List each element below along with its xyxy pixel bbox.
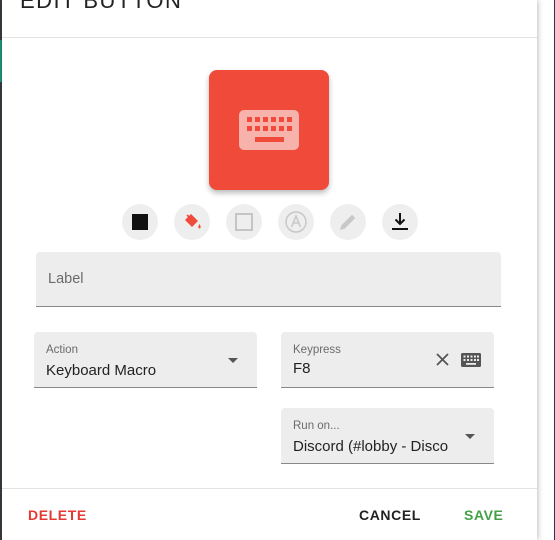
- cancel-button[interactable]: CANCEL: [359, 507, 421, 523]
- fill-color-button[interactable]: [174, 204, 210, 240]
- chevron-down-icon: [465, 434, 475, 439]
- edit-button-dialog: EDIT BUTTON Label Action Keyboard Macro …: [2, 0, 537, 540]
- action-value: Keyboard Macro: [46, 362, 157, 379]
- keypress-label: Keypress: [293, 344, 341, 356]
- run-on-select[interactable]: Run on... Discord (#lobby - Disco: [281, 408, 494, 464]
- label-field[interactable]: Label: [36, 252, 501, 307]
- text-color-button[interactable]: [278, 204, 314, 240]
- button-preview[interactable]: [209, 70, 329, 190]
- title-divider: [2, 37, 537, 38]
- save-button[interactable]: SAVE: [464, 507, 504, 523]
- keyboard-icon: [239, 110, 299, 150]
- keypress-value: F8: [293, 360, 311, 377]
- action-label: Action: [46, 344, 78, 356]
- run-on-label: Run on...: [293, 420, 340, 432]
- chevron-down-icon: [228, 358, 238, 363]
- footer-divider: [2, 488, 537, 489]
- paint-bucket-icon: [185, 214, 201, 229]
- download-icon: [392, 213, 408, 230]
- keypress-field[interactable]: Keypress F8: [281, 332, 494, 388]
- keyboard-small-icon[interactable]: [461, 353, 481, 367]
- run-on-value: Discord (#lobby - Disco: [293, 438, 449, 455]
- background-app-panel: [537, 0, 555, 540]
- close-icon[interactable]: [435, 352, 450, 367]
- pencil-icon: [340, 214, 356, 230]
- color-swatch-icon: [132, 214, 148, 230]
- border-square-icon: [235, 213, 253, 231]
- download-button[interactable]: [382, 204, 418, 240]
- label-placeholder: Label: [48, 271, 84, 287]
- delete-button[interactable]: DELETE: [28, 507, 87, 523]
- style-toolbar: [122, 204, 422, 240]
- border-color-button[interactable]: [226, 204, 262, 240]
- dialog-title: EDIT BUTTON: [20, 0, 183, 13]
- edit-style-button[interactable]: [330, 204, 366, 240]
- text-a-icon: [285, 211, 307, 233]
- action-select[interactable]: Action Keyboard Macro: [34, 332, 257, 388]
- color-swatch-button[interactable]: [122, 204, 158, 240]
